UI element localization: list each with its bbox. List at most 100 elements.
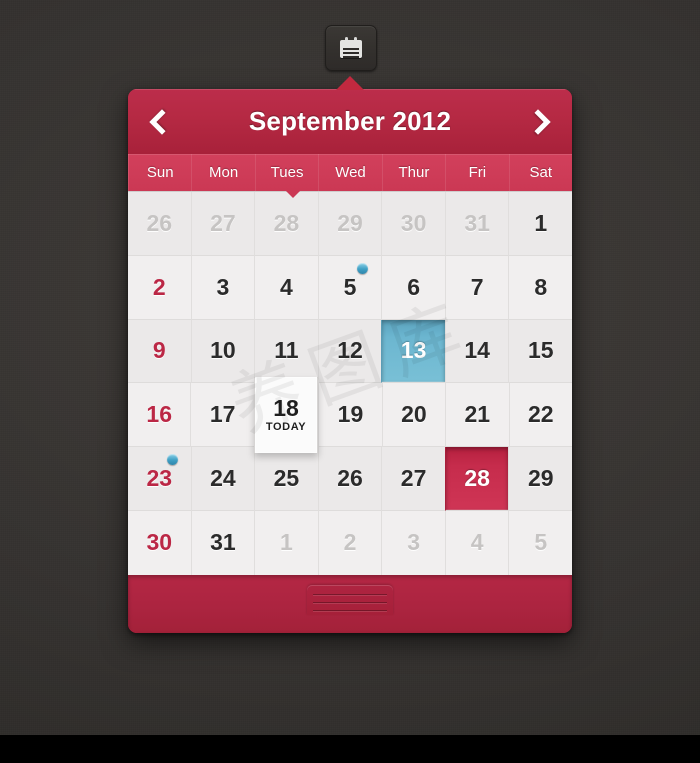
- event-dot-icon: [357, 262, 369, 274]
- calendar-popover: September 2012 Sun Mon Tues Wed Thur Fri Sat 2…: [128, 89, 572, 633]
- day-cell[interactable]: 28: [254, 192, 318, 256]
- day-number: 9: [152, 337, 166, 364]
- day-cell[interactable]: 25: [254, 447, 318, 511]
- day-cell[interactable]: 5: [317, 255, 382, 320]
- day-cell[interactable]: 11: [254, 319, 318, 384]
- day-cell[interactable]: 13: [381, 319, 445, 384]
- day-cell[interactable]: 1: [508, 192, 572, 256]
- day-cell[interactable]: 15: [508, 319, 572, 384]
- day-number: 26: [146, 209, 173, 236]
- calendar-footer: [128, 574, 572, 633]
- day-cell[interactable]: 31: [444, 192, 509, 256]
- day-number: 14: [464, 337, 490, 364]
- day-number: 28: [464, 465, 490, 492]
- day-number: 22: [527, 401, 554, 428]
- day-number: 2: [152, 273, 166, 300]
- day-number: 3: [216, 273, 230, 300]
- day-number: 30: [146, 529, 173, 556]
- day-cell[interactable]: 4: [254, 255, 318, 320]
- day-cell[interactable]: 30: [381, 192, 445, 256]
- day-number: 10: [210, 337, 236, 364]
- weekday-sun: Sun: [128, 154, 191, 191]
- resize-grip[interactable]: [307, 584, 393, 615]
- day-number: 16: [146, 401, 172, 428]
- day-cell[interactable]: 9: [128, 320, 191, 384]
- day-cell[interactable]: 29: [508, 447, 572, 511]
- day-cell[interactable]: 29: [317, 192, 382, 256]
- calendar-icon: [340, 37, 362, 59]
- day-cell[interactable]: 5: [508, 510, 572, 575]
- week-row: 9 10 11 12 13 14 15: [128, 319, 572, 384]
- screen: September 2012 Sun Mon Tues Wed Thur Fri Sat 2…: [0, 0, 700, 763]
- weekday-wed: Wed: [318, 154, 381, 191]
- day-number: 17: [209, 401, 236, 428]
- day-number: 8: [534, 273, 548, 300]
- day-cell[interactable]: 21: [445, 383, 509, 448]
- popover-pointer: [336, 76, 364, 90]
- day-cell[interactable]: 23: [128, 447, 191, 511]
- weekday-sat: Sat: [508, 154, 572, 191]
- day-number: 26: [337, 465, 363, 492]
- page-title: September 2012: [248, 106, 452, 136]
- day-number: 23: [146, 465, 173, 492]
- day-number: 13: [400, 337, 427, 364]
- day-number: 12: [337, 337, 363, 364]
- day-cell[interactable]: 4: [444, 510, 509, 575]
- next-month-button[interactable]: [508, 89, 572, 154]
- day-cell[interactable]: 14: [444, 319, 509, 384]
- day-number: 29: [337, 209, 363, 236]
- grip-line: [313, 609, 387, 611]
- day-cell[interactable]: 27: [190, 192, 255, 256]
- day-cell[interactable]: 1: [254, 510, 318, 575]
- calendar-icon-body: [340, 40, 362, 58]
- day-cell[interactable]: 3: [381, 510, 445, 575]
- day-cell[interactable]: 20: [381, 383, 446, 448]
- day-cell[interactable]: 26: [128, 192, 191, 256]
- day-number: 21: [464, 401, 491, 428]
- calendar-toolbar-button[interactable]: [325, 25, 377, 71]
- day-number: 24: [210, 465, 236, 492]
- day-cell[interactable]: 30: [128, 511, 191, 575]
- day-cell[interactable]: 7: [444, 255, 509, 320]
- day-cell[interactable]: 16: [128, 383, 191, 448]
- day-cell[interactable]: 28: [444, 447, 509, 511]
- today-day-number: 18: [273, 394, 299, 421]
- week-row: 30 31 1 2 3 4 5: [128, 510, 572, 575]
- day-cell[interactable]: 18 TODAY: [253, 377, 319, 454]
- day-number: 19: [337, 401, 364, 428]
- day-cell[interactable]: 22: [508, 383, 572, 448]
- day-number: 7: [470, 273, 484, 300]
- day-cell[interactable]: 24: [190, 447, 255, 511]
- day-cell[interactable]: 2: [317, 510, 382, 575]
- day-cell[interactable]: 31: [190, 510, 255, 575]
- day-cell[interactable]: 6: [381, 255, 445, 320]
- day-cell[interactable]: 2: [128, 256, 191, 320]
- day-number: 25: [273, 465, 300, 492]
- weekday-header-row: Sun Mon Tues Wed Thur Fri Sat: [128, 154, 572, 198]
- day-cell[interactable]: 12: [317, 319, 382, 384]
- day-cell[interactable]: 3: [190, 255, 255, 320]
- day-number: 1: [280, 529, 293, 556]
- day-cell[interactable]: 26: [317, 447, 382, 511]
- chevron-right-icon: [525, 108, 551, 135]
- day-grid: 26 27 28 29 30 31 1 2 3 4 5 6 7 8 9 10 11 12 13 14 15 16 17 18 T…: [128, 191, 572, 575]
- day-number: 31: [464, 209, 490, 236]
- day-cell[interactable]: 19: [318, 383, 382, 448]
- day-number: 4: [280, 273, 293, 300]
- day-number: 11: [274, 337, 299, 364]
- day-number: 2: [343, 529, 357, 556]
- screen-bottom-bar: [0, 735, 700, 763]
- chevron-left-icon: [149, 108, 175, 135]
- day-number: 3: [407, 529, 420, 556]
- weekday-thur: Thur: [381, 154, 445, 191]
- weekday-fri: Fri: [445, 154, 508, 191]
- day-cell[interactable]: 17: [190, 383, 254, 448]
- day-number: 29: [527, 465, 554, 492]
- day-cell[interactable]: 8: [508, 255, 572, 320]
- day-number: 28: [273, 209, 300, 236]
- day-cell[interactable]: 27: [381, 447, 445, 511]
- day-number: 30: [400, 209, 427, 236]
- previous-month-button[interactable]: [128, 89, 192, 154]
- day-number: 27: [400, 465, 427, 492]
- day-cell[interactable]: 10: [190, 319, 255, 384]
